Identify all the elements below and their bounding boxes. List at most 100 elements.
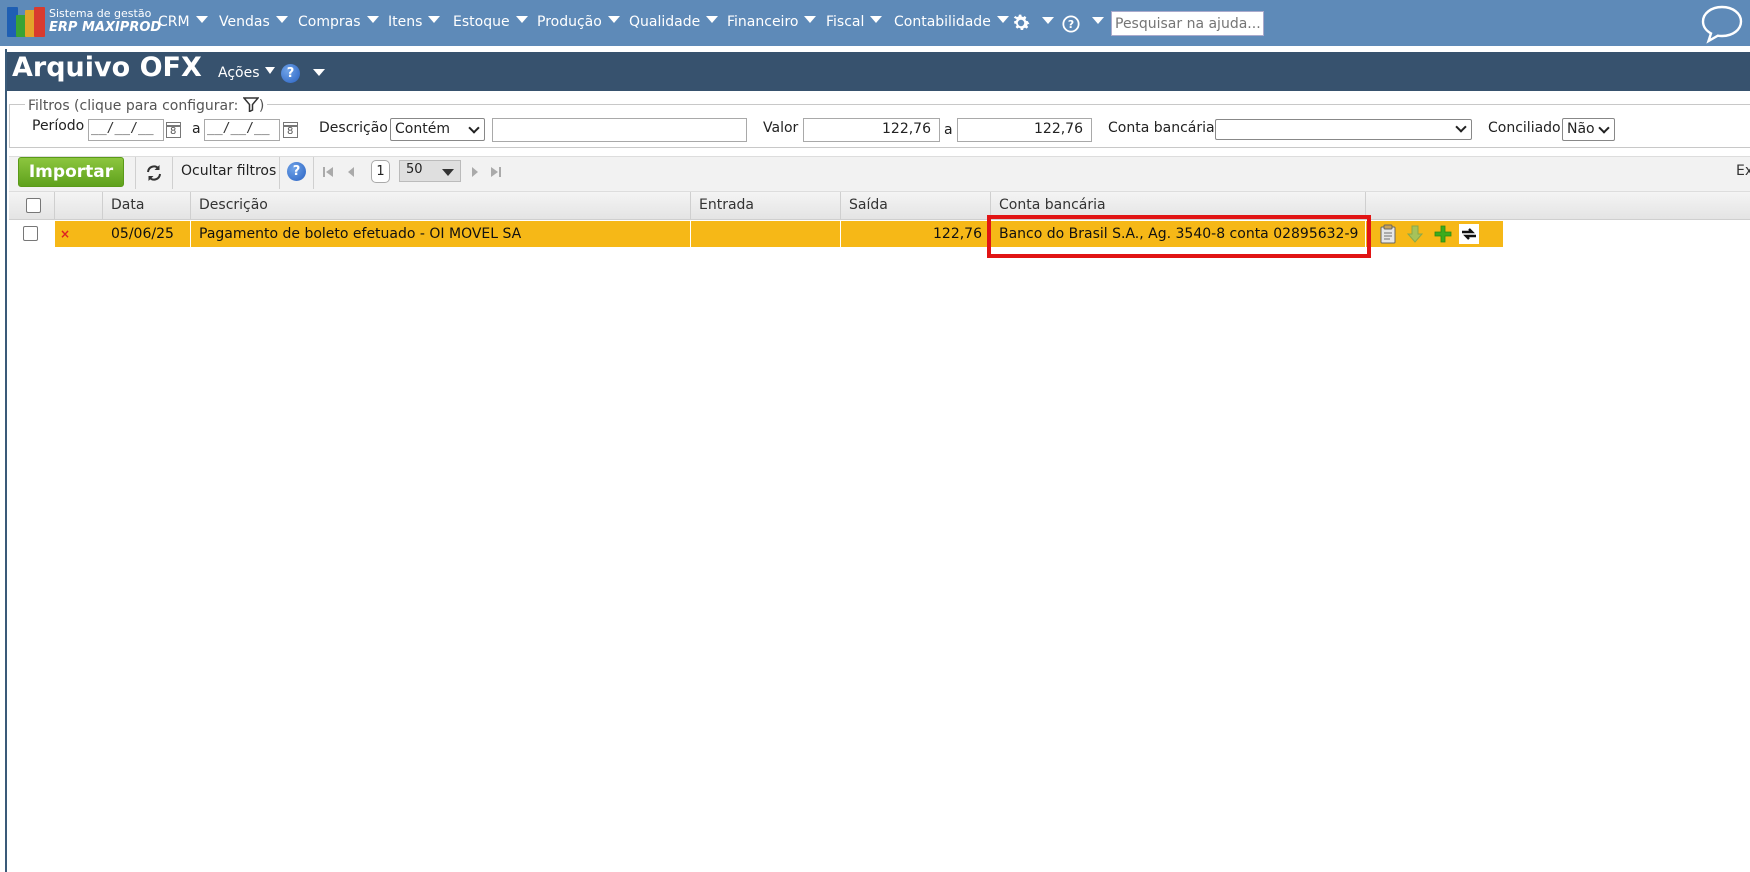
conciliado-label: Conciliado: [1488, 120, 1561, 136]
import-button[interactable]: Importar: [18, 157, 124, 187]
conciliado-select[interactable]: Não: [1562, 118, 1615, 141]
toolbar-divider: [279, 157, 280, 189]
chevron-down-icon: [1598, 122, 1610, 134]
chevron-down-icon: [264, 67, 275, 74]
nav-producao[interactable]: Produção: [537, 14, 620, 30]
gear-icon[interactable]: [1010, 12, 1032, 34]
chevron-down-icon: [804, 16, 817, 23]
toolbar-divider: [313, 157, 314, 189]
calendar-icon[interactable]: [166, 122, 181, 138]
erp-logo-icon[interactable]: [7, 7, 45, 37]
help-search-input[interactable]: [1111, 11, 1264, 36]
hide-filters-button[interactable]: Ocultar filtros: [181, 163, 276, 179]
date-from-input[interactable]: __/__/__: [88, 119, 164, 141]
add-icon[interactable]: [1433, 224, 1453, 244]
filters-legend-close: ): [258, 98, 265, 114]
nav-financeiro-label: Financeiro: [727, 14, 799, 30]
column-header-entrada[interactable]: Entrada: [691, 192, 841, 220]
chat-icon[interactable]: [1700, 4, 1744, 44]
chevron-down-icon: [1455, 121, 1467, 133]
descricao-input[interactable]: [492, 118, 747, 142]
page-help-caret-icon[interactable]: [313, 69, 325, 76]
descricao-mode-select[interactable]: Contém: [390, 118, 485, 141]
nav-producao-label: Produção: [537, 14, 602, 30]
help-menu-caret-icon[interactable]: [1092, 17, 1104, 24]
nav-estoque[interactable]: Estoque: [453, 14, 528, 30]
nav-qualidade[interactable]: Qualidade: [629, 14, 719, 30]
conta-bancaria-select[interactable]: [1215, 119, 1472, 140]
nav-financeiro[interactable]: Financeiro: [727, 14, 817, 30]
conta-bancaria-label: Conta bancária: [1108, 120, 1215, 136]
help-icon[interactable]: ?: [1062, 15, 1080, 33]
highlight-conta-bancaria: [987, 215, 1371, 258]
row-checkbox[interactable]: [23, 226, 38, 241]
next-page-icon[interactable]: [469, 165, 481, 179]
last-page-icon[interactable]: [490, 165, 502, 179]
chevron-down-icon: [366, 16, 379, 23]
page-size-select[interactable]: 50: [399, 160, 461, 182]
nav-fiscal-label: Fiscal: [826, 14, 865, 30]
column-header-saida[interactable]: Saída: [841, 192, 991, 220]
nav-vendas-label: Vendas: [219, 14, 270, 30]
nav-itens[interactable]: Itens: [388, 14, 441, 30]
delete-icon[interactable]: ×: [60, 228, 70, 240]
select-all-checkbox[interactable]: [26, 198, 41, 213]
nav-itens-label: Itens: [388, 14, 423, 30]
period-range-sep: a: [192, 121, 201, 137]
page-number-input[interactable]: 1: [371, 160, 390, 183]
calendar-icon[interactable]: [283, 122, 298, 138]
nav-fiscal[interactable]: Fiscal: [826, 14, 883, 30]
prev-page-icon[interactable]: [345, 165, 357, 179]
chevron-down-icon: [275, 16, 288, 23]
chevron-down-icon: [442, 169, 454, 176]
column-header-data[interactable]: Data: [103, 192, 191, 220]
cell-entrada: [691, 221, 841, 247]
nav-qualidade-label: Qualidade: [629, 14, 701, 30]
toolbar-divider: [135, 157, 136, 189]
toolbar-divider: [172, 157, 173, 189]
page-size-value: 50: [406, 162, 423, 177]
valor-range-sep: a: [944, 122, 953, 138]
conciliado-value: Não: [1567, 121, 1595, 137]
valor-from-input[interactable]: 122,76: [803, 118, 940, 142]
page-title: Arquivo OFX: [12, 52, 202, 83]
actions-menu[interactable]: Ações: [218, 65, 275, 81]
nav-contabilidade-label: Contabilidade: [894, 14, 991, 30]
valor-label: Valor: [763, 120, 799, 136]
status-column: [55, 192, 103, 220]
chevron-down-icon: [706, 16, 719, 23]
svg-text:?: ?: [1068, 18, 1074, 31]
refresh-icon[interactable]: [144, 163, 164, 183]
column-header-descricao[interactable]: Descrição: [191, 192, 691, 220]
chevron-down-icon: [515, 16, 528, 23]
actions-menu-label: Ações: [218, 65, 260, 81]
chevron-down-icon: [870, 16, 883, 23]
filters-legend[interactable]: Filtros (clique para configurar: ): [25, 97, 268, 114]
link-icon[interactable]: [1459, 224, 1479, 244]
chevron-down-icon: [468, 122, 480, 134]
grid-help-icon[interactable]: ?: [287, 162, 306, 181]
nav-compras-label: Compras: [298, 14, 361, 30]
filters-legend-text: Filtros (clique para configurar:: [28, 98, 239, 114]
descricao-label: Descrição: [319, 120, 388, 136]
nav-contabilidade[interactable]: Contabilidade: [894, 14, 1009, 30]
date-to-input[interactable]: __/__/__: [204, 119, 280, 141]
chevron-down-icon: [428, 16, 441, 23]
nav-compras[interactable]: Compras: [298, 14, 379, 30]
page-help-icon[interactable]: ?: [281, 64, 300, 83]
brand-name[interactable]: ERP MAXIPROD: [49, 20, 161, 35]
export-button[interactable]: Ex: [1736, 163, 1750, 179]
cell-saida: 122,76: [841, 221, 991, 247]
nav-crm-label: CRM: [158, 14, 190, 30]
chevron-down-icon: [195, 16, 208, 23]
first-page-icon[interactable]: [322, 165, 334, 179]
chevron-down-icon: [607, 16, 620, 23]
gear-menu-caret-icon[interactable]: [1042, 17, 1054, 24]
nav-crm[interactable]: CRM: [158, 14, 208, 30]
chevron-down-icon: [996, 16, 1009, 23]
funnel-icon[interactable]: [242, 97, 259, 112]
clipboard-icon[interactable]: [1378, 224, 1398, 244]
valor-to-input[interactable]: 122,76: [957, 118, 1092, 142]
download-icon[interactable]: [1405, 224, 1425, 244]
nav-vendas[interactable]: Vendas: [219, 14, 288, 30]
